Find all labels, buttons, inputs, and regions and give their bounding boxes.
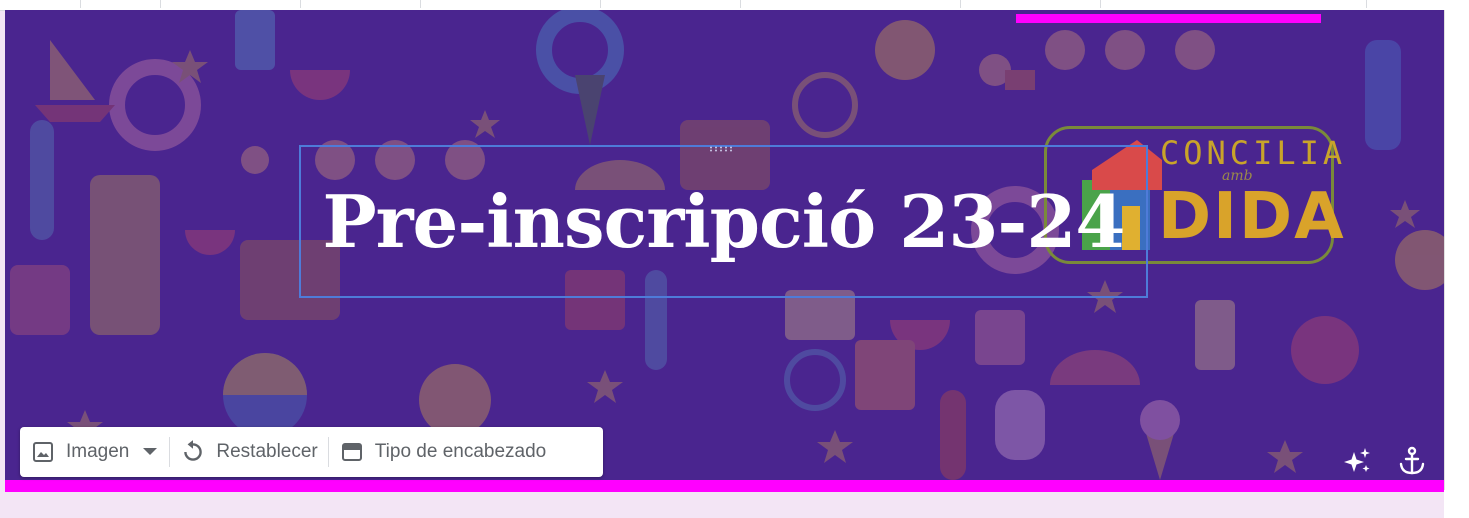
- image-icon: [30, 439, 56, 465]
- header-type-button-label: Tipo de encabezado: [374, 441, 547, 462]
- drag-handle-icon[interactable]: [709, 146, 735, 152]
- header-title-textbox[interactable]: Pre-inscripció 23-24: [299, 145, 1148, 298]
- anchor-icon[interactable]: [1397, 446, 1427, 476]
- top-accent-bar: [1016, 14, 1321, 23]
- image-toolbar: Imagen Restablecer Tipo de encabezado: [20, 427, 603, 477]
- reset-icon: [180, 439, 206, 465]
- logo-text-concilia: CONCILIA: [1160, 134, 1347, 172]
- ruler-tick: [420, 0, 421, 8]
- sparkle-icon[interactable]: [1342, 446, 1372, 476]
- ruler-tick: [600, 0, 601, 8]
- image-button-label: Imagen: [66, 441, 130, 462]
- ruler-tick: [80, 0, 81, 8]
- header-type-icon: [339, 439, 365, 465]
- caret-down-icon: [141, 439, 159, 465]
- ruler-tick: [740, 0, 741, 8]
- ruler-tick: [960, 0, 961, 8]
- banner-bottom-bar: [5, 480, 1444, 492]
- reset-button[interactable]: Restablecer: [170, 427, 327, 477]
- ruler-tick: [1366, 0, 1367, 8]
- header-type-button[interactable]: Tipo de encabezado: [329, 427, 556, 477]
- gutter-divider: [1444, 10, 1445, 490]
- image-button[interactable]: Imagen: [20, 427, 169, 477]
- reset-button-label: Restablecer: [216, 441, 318, 462]
- logo-text-dida: DIDA: [1158, 180, 1346, 254]
- ruler-tick: [1100, 0, 1101, 8]
- header-title[interactable]: Pre-inscripció 23-24: [301, 147, 1146, 296]
- right-gutter: [1444, 10, 1469, 518]
- ruler-tick: [160, 0, 161, 8]
- ruler-tick: [300, 0, 301, 8]
